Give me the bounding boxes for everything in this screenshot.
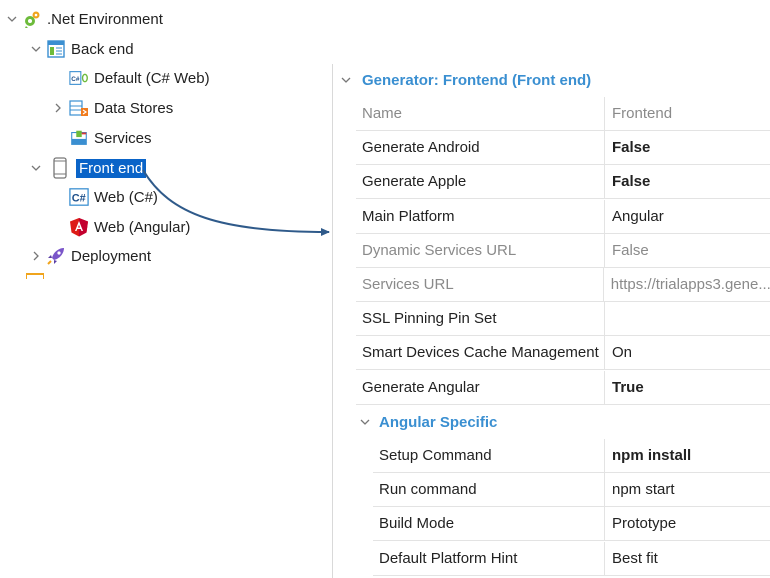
property-name: Setup Command	[373, 439, 605, 472]
property-value[interactable]	[605, 302, 612, 335]
property-name: Main Platform	[356, 199, 605, 233]
property-name: Generate Android	[356, 131, 605, 165]
chevron-down-icon[interactable]	[358, 416, 372, 428]
chevron-down-icon[interactable]	[338, 74, 354, 86]
property-name: Run command	[373, 473, 605, 507]
property-row[interactable]: Smart Devices Cache Management On	[356, 336, 770, 371]
property-row[interactable]: Generate Angular True	[356, 370, 770, 405]
property-row[interactable]: Name Frontend	[356, 97, 770, 131]
property-row[interactable]: Build Mode Prototype	[373, 507, 770, 542]
properties-panel: Generator: Frontend (Front end)	[338, 64, 770, 96]
property-value[interactable]: Prototype	[605, 507, 676, 540]
property-value: Frontend	[612, 105, 673, 122]
property-value[interactable]: npm install	[605, 439, 691, 472]
property-row[interactable]: Dynamic Services URL False	[356, 233, 770, 268]
property-value: https://trialapps3.gene...	[610, 276, 770, 293]
subcategory-title: Angular Specific	[379, 413, 498, 431]
property-row[interactable]: Setup Command npm install	[373, 439, 770, 473]
property-row[interactable]: Default Platform Hint Best fit	[373, 541, 770, 576]
category-title: Generator: Frontend (Front end)	[362, 71, 592, 89]
property-value[interactable]: npm start	[605, 473, 675, 506]
property-value[interactable]: False	[605, 165, 650, 198]
property-row[interactable]: Main Platform Angular	[356, 199, 770, 234]
pane-divider[interactable]	[332, 64, 333, 578]
property-value[interactable]: Angular	[605, 200, 664, 233]
property-row[interactable]: Services URL https://trialapps3.gene...	[356, 268, 770, 302]
property-name: SSL Pinning Pin Set	[356, 302, 605, 336]
property-name: Services URL	[356, 268, 604, 301]
property-name: Generate Angular	[356, 370, 605, 404]
category-angular-specific[interactable]: Angular Specific	[358, 405, 497, 439]
property-name: Smart Devices Cache Management	[356, 336, 605, 370]
property-row[interactable]: Generate Apple False	[356, 165, 770, 200]
category-generator[interactable]: Generator: Frontend (Front end)	[338, 64, 770, 96]
property-value[interactable]: False	[605, 131, 650, 164]
property-name: Generate Apple	[356, 165, 605, 199]
property-name: Name	[356, 97, 605, 130]
property-name: Build Mode	[373, 507, 605, 541]
property-row[interactable]: SSL Pinning Pin Set	[356, 302, 770, 337]
property-value[interactable]: True	[605, 371, 644, 404]
property-value[interactable]: Best fit	[605, 542, 658, 575]
property-value[interactable]: On	[605, 336, 632, 369]
property-row[interactable]: Generate Android False	[356, 131, 770, 166]
property-row[interactable]: Run command npm start	[373, 473, 770, 508]
property-name: Default Platform Hint	[373, 541, 605, 575]
property-name: Dynamic Services URL	[356, 233, 605, 267]
property-value: False	[612, 241, 649, 259]
